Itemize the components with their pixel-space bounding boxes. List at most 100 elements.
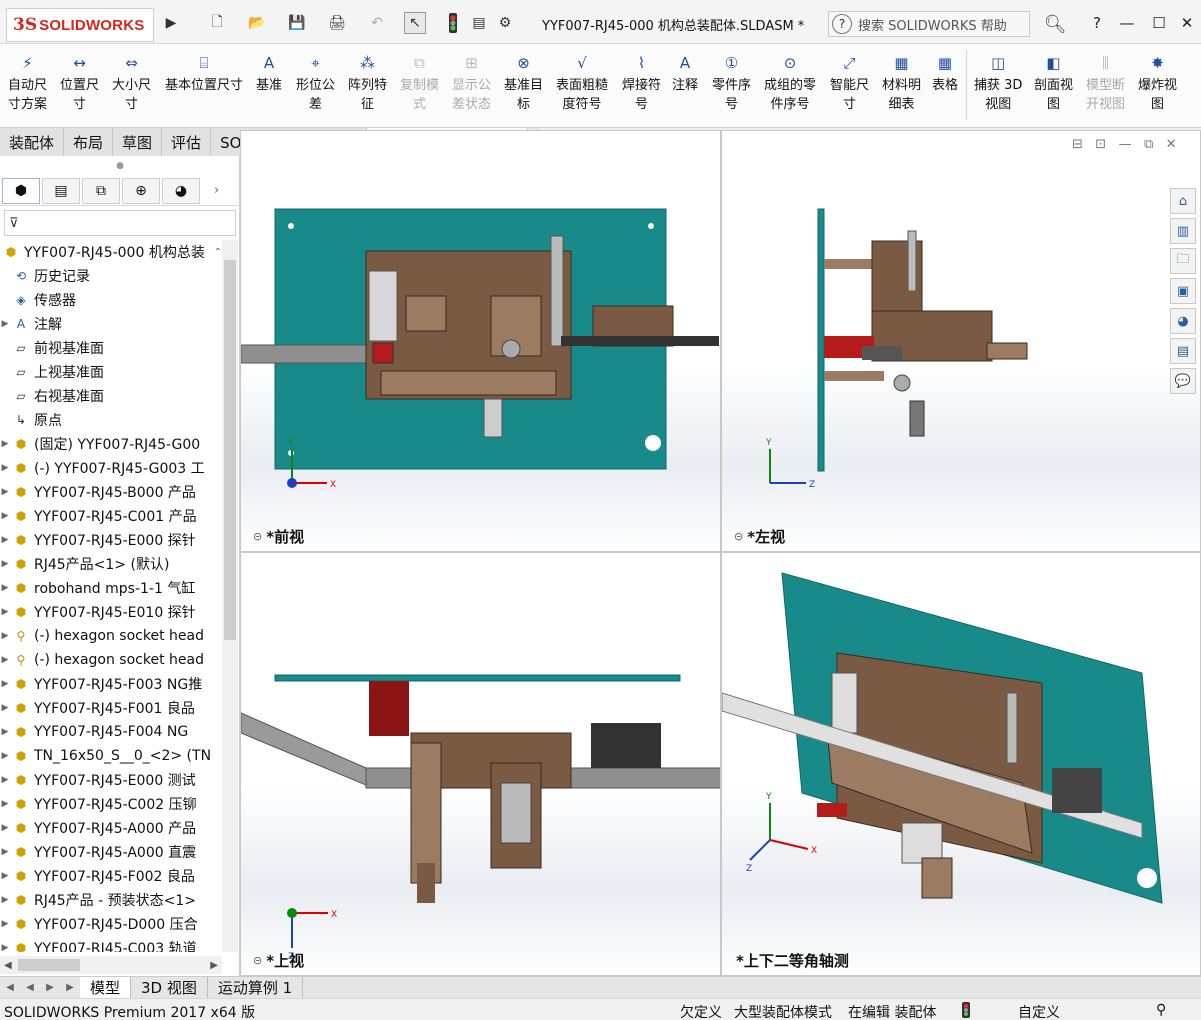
- bottom-tab-1[interactable]: 3D 视图: [131, 977, 208, 998]
- tree-node[interactable]: ▶ ⬢ TN_16x50_S__0_<2> (TN: [0, 744, 222, 768]
- link-views-icon[interactable]: ⊝: [253, 530, 262, 543]
- capture-3d-view-button[interactable]: ◫ 捕获 3D 视图: [974, 52, 1022, 114]
- tree-node[interactable]: ▶ ⬢ YYF007-RJ45-E000 测试: [0, 768, 222, 792]
- exploded-view-button[interactable]: ✸ 爆炸视 图: [1138, 52, 1177, 114]
- tree-node[interactable]: ▶ ⬢ (固定) YYF007-RJ45-G00: [0, 432, 222, 456]
- expand-arrow-icon[interactable]: ▶: [0, 511, 10, 521]
- tree-node[interactable]: ▶ ⬢ YYF007-RJ45-D000 压合: [0, 912, 222, 936]
- smart-dimension-button[interactable]: ⤢ 智能尺 寸: [830, 52, 869, 114]
- tree-node[interactable]: ▶ ⬢ YYF007-RJ45-A000 产品: [0, 816, 222, 840]
- section-view-button[interactable]: ◧ 剖面视 图: [1034, 52, 1073, 114]
- options-icon[interactable]: ⚙: [494, 12, 516, 34]
- tab-3[interactable]: 评估: [162, 128, 212, 156]
- note-button[interactable]: A 注释: [672, 52, 698, 95]
- expand-arrow-icon[interactable]: ▶: [0, 871, 10, 881]
- panel-grip[interactable]: ●: [0, 156, 240, 176]
- pattern-feature-button[interactable]: ⁂ 阵列特 征: [348, 52, 387, 114]
- expand-arrow-icon[interactable]: ▶: [0, 703, 10, 713]
- viewport-left[interactable]: ⊟ ⊡ — ⧉ ✕ YZ ⊝ *左视: [721, 130, 1201, 552]
- location-dimension-button[interactable]: ↔ 位置尺 寸: [60, 52, 99, 114]
- expand-arrow-icon[interactable]: ▶: [0, 847, 10, 857]
- surface-finish-button[interactable]: √ 表面粗糙 度符号: [556, 52, 608, 114]
- first-tab-icon[interactable]: ◀: [0, 979, 20, 997]
- expand-arrow-icon[interactable]: ▶: [0, 775, 10, 785]
- tab-2[interactable]: 草图: [113, 128, 163, 156]
- minimize-button[interactable]: —: [1114, 12, 1140, 34]
- file-explorer-icon[interactable]: 🗀: [1170, 248, 1196, 274]
- solidworks-resources-icon[interactable]: ⌂: [1170, 188, 1196, 214]
- configuration-manager-tab-icon[interactable]: ⧉: [82, 177, 120, 204]
- copy-scheme-button[interactable]: ⧉ 复制模 式: [400, 52, 439, 114]
- tree-node[interactable]: ▶ ⬢ YYF007-RJ45-C002 压铆: [0, 792, 222, 816]
- viewport-top[interactable]: XZ ⊝ *上视: [240, 552, 721, 976]
- maximize-button[interactable]: ☐: [1146, 12, 1172, 34]
- solidworks-logo[interactable]: 3S SOLIDWORKS: [6, 8, 154, 42]
- tree-node[interactable]: ⟲ 历史记录: [0, 264, 222, 288]
- link-views-icon[interactable]: ⊝: [734, 530, 743, 543]
- custom-properties-icon[interactable]: ▤: [1170, 338, 1196, 364]
- expand-menu-icon[interactable]: ▶: [160, 12, 182, 34]
- bottom-tab-0[interactable]: 模型: [80, 977, 132, 998]
- viewport-isometric[interactable]: Y X Z *上下二等角轴测: [721, 552, 1201, 976]
- tree-node[interactable]: ▶ ⬢ YYF007-RJ45-E010 探针: [0, 600, 222, 624]
- balloon-button[interactable]: ① 零件序 号: [712, 52, 751, 114]
- property-manager-tab-icon[interactable]: ▤: [42, 177, 80, 204]
- forum-icon[interactable]: 💬: [1170, 368, 1196, 394]
- scroll-right-icon[interactable]: ▶: [210, 960, 218, 971]
- design-library-icon[interactable]: ▥: [1170, 218, 1196, 244]
- tree-vertical-scrollbar[interactable]: [222, 240, 238, 952]
- datum-target-button[interactable]: ⊗ 基准目 标: [504, 52, 543, 114]
- table-button[interactable]: ▦ 表格: [932, 52, 958, 95]
- tree-node[interactable]: ▶ ⬢ RJ45产品<1> (默认): [0, 552, 222, 576]
- tree-node[interactable]: ▶ ⚲ (-) hexagon socket head: [0, 624, 222, 648]
- expand-arrow-icon[interactable]: ▶: [0, 655, 10, 665]
- basic-location-dimension-button[interactable]: ⌸ 基本位置尺寸: [165, 52, 243, 95]
- tree-node[interactable]: ▶ ⬢ RJ45产品 - 预装状态<1>: [0, 888, 222, 912]
- search-help-field[interactable]: ? 搜索 SOLIDWORKS 帮助: [828, 11, 1030, 37]
- rebuild-status-icon[interactable]: [962, 1002, 970, 1020]
- expand-arrow-icon[interactable]: ▶: [0, 487, 10, 497]
- scrollbar-thumb[interactable]: [18, 959, 80, 971]
- graphics-area[interactable]: ⌕ ⌕ ↶ ◧ ✎ ⬚ ◩ ◉ ◕ ◔ 🖵: [240, 130, 1201, 976]
- tree-node[interactable]: ▶ ⬢ YYF007-RJ45-F004 NG: [0, 720, 222, 744]
- tab-0[interactable]: 装配体: [0, 128, 65, 156]
- tree-node[interactable]: ▶ ⬢ YYF007-RJ45-B000 产品: [0, 480, 222, 504]
- feature-tree-tab-icon[interactable]: ⬢: [2, 177, 40, 204]
- help-menu-button[interactable]: ?: [1084, 12, 1110, 34]
- save-icon[interactable]: 💾: [286, 12, 308, 34]
- weld-symbol-button[interactable]: ⌇ 焊接符 号: [622, 52, 661, 114]
- expand-arrow-icon[interactable]: ▶: [0, 631, 10, 641]
- prev-tab-icon[interactable]: ◀: [20, 979, 40, 997]
- model-break-view-button[interactable]: ⫼ 模型断 开视图: [1086, 52, 1125, 114]
- tree-node[interactable]: ▱ 右视基准面: [0, 384, 222, 408]
- appearances-icon[interactable]: ◕: [1170, 308, 1196, 334]
- last-tab-icon[interactable]: ▶: [60, 979, 80, 997]
- expand-arrow-icon[interactable]: ▶: [0, 895, 10, 905]
- auto-dimension-button[interactable]: ⚡ 自动尺 寸方案: [8, 52, 47, 114]
- tree-node[interactable]: ▶ ⬢ YYF007-RJ45-F001 良品: [0, 696, 222, 720]
- tree-node[interactable]: ▶ ⬢ robohand mps-1-1 气缸: [0, 576, 222, 600]
- expand-arrow-icon[interactable]: ▶: [0, 607, 10, 617]
- link-views-icon[interactable]: ⊝: [253, 954, 262, 967]
- stacked-balloon-button[interactable]: ⊙ 成组的零 件序号: [764, 52, 816, 114]
- expand-arrow-icon[interactable]: ▶: [0, 943, 10, 952]
- expand-arrow-icon[interactable]: ▶: [0, 535, 10, 545]
- size-dimension-button[interactable]: ⇔ 大小尺 寸: [112, 52, 151, 114]
- tree-node[interactable]: ▶ ⬢ YYF007-RJ45-A000 直震: [0, 840, 222, 864]
- scrollbar-thumb[interactable]: [224, 260, 236, 640]
- tree-node[interactable]: ▶ A 注解: [0, 312, 222, 336]
- tree-node[interactable]: ▶ ⬢ YYF007-RJ45-C001 产品: [0, 504, 222, 528]
- geometric-tolerance-button[interactable]: ⌖ 形位公 差: [296, 52, 335, 114]
- scroll-left-icon[interactable]: ◀: [4, 960, 12, 971]
- tree-node[interactable]: ▶ ⬢ YYF007-RJ45-C003 轨道: [0, 936, 222, 952]
- expand-arrow-icon[interactable]: ▶: [0, 727, 10, 737]
- expand-arrow-icon[interactable]: ▶: [0, 751, 10, 761]
- bottom-tab-2[interactable]: 运动算例 1: [208, 977, 304, 998]
- dimxpert-tab-icon[interactable]: ⊕: [122, 177, 160, 204]
- expand-arrow-icon[interactable]: ▶: [0, 919, 10, 929]
- tree-node[interactable]: ▶ ⬢ YYF007-RJ45-F002 良品: [0, 864, 222, 888]
- tree-horizontal-scrollbar[interactable]: ◀ ▶: [0, 956, 222, 974]
- bom-button[interactable]: ▦ 材料明 细表: [882, 52, 921, 114]
- expand-arrow-icon[interactable]: ▶: [0, 679, 10, 689]
- undo-icon[interactable]: ↶: [366, 12, 388, 34]
